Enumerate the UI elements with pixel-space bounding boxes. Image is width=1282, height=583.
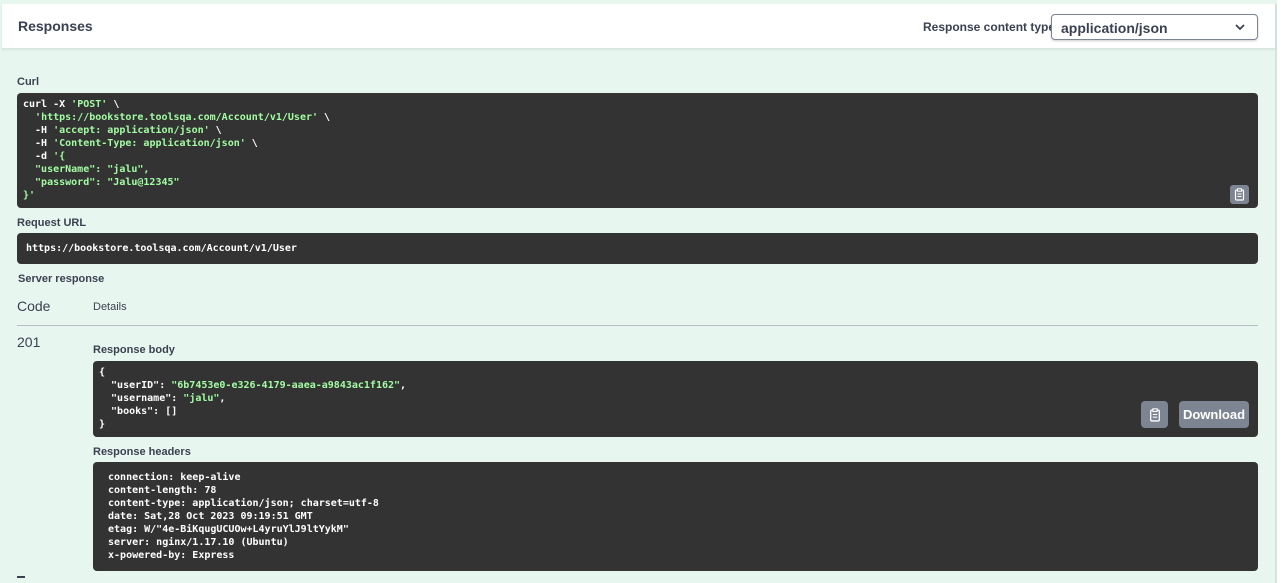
response-body-key: {: [99, 367, 106, 378]
response-body-key: "books":: [99, 406, 166, 417]
code-column-header: Code: [17, 298, 51, 314]
response-header-line: content-type: application/json; charset=…: [102, 498, 385, 509]
response-headers-label: Response headers: [93, 446, 191, 458]
response-body-key: "userID":: [99, 380, 172, 391]
curl-line-plain: -d: [23, 151, 54, 162]
details-column-header: Details: [93, 301, 127, 313]
curl-code: curl -X 'POST' \ 'https://bookstore.tool…: [23, 98, 330, 202]
next-section-fragment: [17, 576, 25, 578]
curl-line-string: 'accept: application/json': [53, 125, 210, 136]
curl-line-string: 'POST': [71, 99, 108, 110]
curl-line-plain: [23, 112, 35, 123]
response-body-tail: ,: [400, 380, 407, 391]
response-header-line: etag: W/"4e-BiKqugUCUOw+L4yruYlJ9ltYykM": [102, 524, 355, 535]
download-button[interactable]: Download: [1179, 401, 1249, 428]
response-body-code: { "userID": "6b7453e0-e326-4179-aaea-a98…: [99, 366, 406, 431]
request-url-value: https://bookstore.toolsqa.com/Account/v1…: [26, 243, 297, 254]
response-body-key: "username":: [99, 393, 184, 404]
curl-line-tail: \: [318, 112, 331, 123]
clipboard-icon: [1234, 188, 1245, 201]
curl-code-block: curl -X 'POST' \ 'https://bookstore.tool…: [17, 93, 1258, 208]
response-header-line: x-powered-by: Express: [102, 550, 241, 561]
response-body-line: }: [99, 418, 406, 431]
clipboard-icon: [1149, 407, 1160, 422]
server-response-label: Server response: [18, 273, 105, 285]
response-body-key: }: [99, 419, 106, 430]
chevron-down-icon: [1235, 24, 1245, 31]
responses-header: Responses Response content type applicat…: [2, 4, 1275, 49]
curl-line: 'https://bookstore.toolsqa.com/Account/v…: [23, 111, 330, 124]
curl-line-tail: \: [245, 138, 258, 149]
curl-line-string: 'Content-Type: application/json': [53, 138, 246, 149]
response-content-type-label: Response content type: [923, 20, 1056, 34]
curl-line: -d '{: [23, 150, 330, 163]
curl-line-string: "userName": "jalu",: [23, 164, 150, 175]
curl-line-plain: curl -X: [23, 99, 72, 110]
response-header-line: date: Sat,28 Oct 2023 09:19:51 GMT: [102, 511, 319, 522]
response-body-tail: []: [165, 406, 178, 417]
curl-line-string: 'https://bookstore.toolsqa.com/Account/v…: [35, 112, 319, 123]
curl-line-plain: -H: [23, 125, 54, 136]
curl-line-tail: \: [209, 125, 222, 136]
response-header-line: server: nginx/1.17.10 (Ubuntu): [102, 537, 295, 548]
curl-line-tail: \: [107, 99, 120, 110]
curl-label: Curl: [17, 76, 39, 88]
response-body-line: "userID": "6b7453e0-e326-4179-aaea-a9843…: [99, 379, 406, 392]
response-body-value: "6b7453e0-e326-4179-aaea-a9843ac1f162": [171, 380, 401, 391]
response-body-value: "jalu": [183, 393, 220, 404]
curl-line-string: }': [23, 190, 36, 201]
curl-line-plain: -H: [23, 138, 54, 149]
response-status-code: 201: [17, 334, 41, 350]
response-headers-block: connection: keep-alive content-length: 7…: [93, 462, 1258, 571]
curl-line: "userName": "jalu",: [23, 163, 330, 176]
responses-title: Responses: [18, 18, 93, 34]
response-headers-code: connection: keep-alive content-length: 7…: [102, 471, 385, 562]
curl-line: -H 'accept: application/json' \: [23, 124, 330, 137]
request-url-block: https://bookstore.toolsqa.com/Account/v1…: [17, 233, 1258, 264]
response-body-tail: ,: [219, 393, 226, 404]
response-body-copy-button[interactable]: [1141, 401, 1168, 428]
curl-copy-button[interactable]: [1230, 185, 1249, 204]
request-url-label: Request URL: [17, 217, 87, 229]
responses-panel: Responses Response content type applicat…: [0, 0, 1277, 583]
response-header-line: content-length: 78: [102, 485, 223, 496]
response-content-type-value: application/json: [1061, 20, 1168, 36]
curl-line: curl -X 'POST' \: [23, 98, 330, 111]
response-body-block: { "userID": "6b7453e0-e326-4179-aaea-a98…: [93, 361, 1258, 437]
response-content-type-select[interactable]: application/json: [1051, 14, 1258, 40]
curl-line: "password": "Jalu@12345": [23, 176, 330, 189]
response-body-line: "username": "jalu",: [99, 392, 406, 405]
response-body-label: Response body: [93, 344, 175, 356]
response-body-line: "books": []: [99, 405, 406, 418]
curl-line-string: '{: [53, 151, 66, 162]
curl-line: -H 'Content-Type: application/json' \: [23, 137, 330, 150]
curl-line-string: "password": "Jalu@12345": [23, 177, 180, 188]
curl-line: }': [23, 189, 330, 202]
response-body-line: {: [99, 366, 406, 379]
response-header-line: connection: keep-alive: [102, 472, 247, 483]
table-divider: [17, 325, 1258, 326]
